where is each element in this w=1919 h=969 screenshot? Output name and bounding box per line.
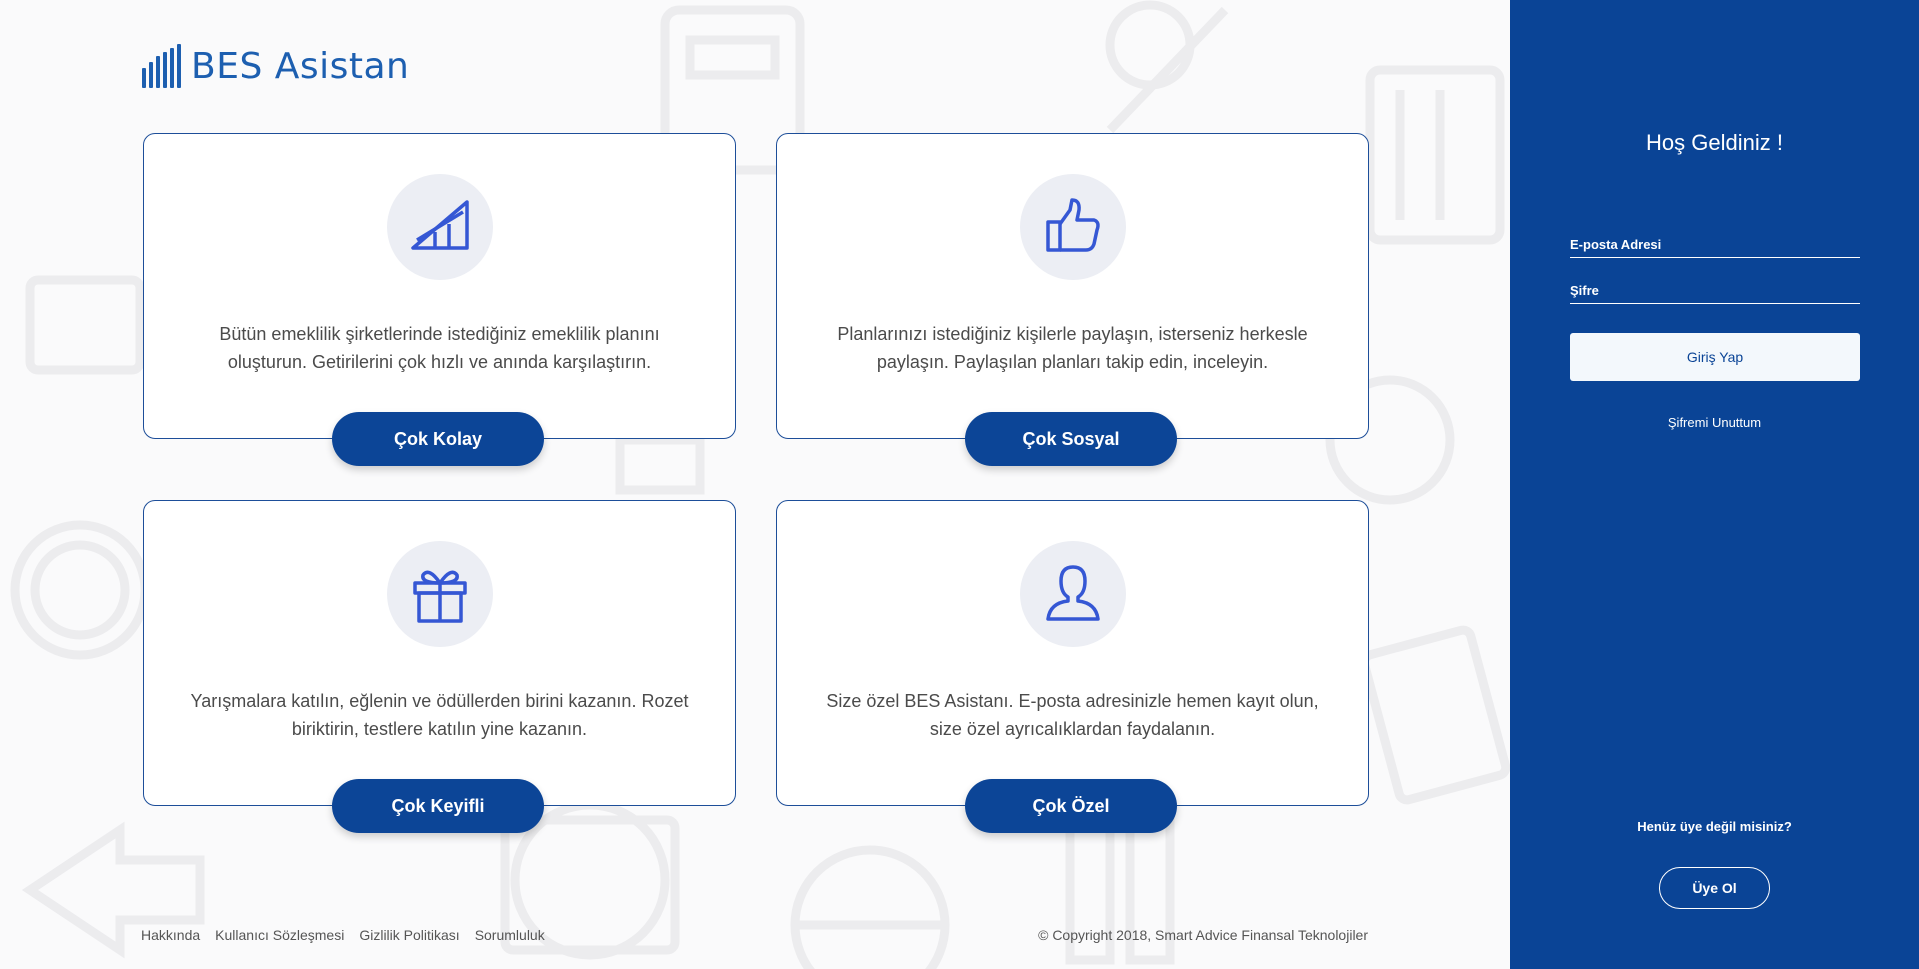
user-icon	[1020, 541, 1126, 647]
forgot-password-link[interactable]: Şifremi Unuttum	[1510, 415, 1919, 430]
gift-icon	[387, 541, 493, 647]
card-description: Yarışmalara katılın, eğlenin ve ödüllerd…	[190, 691, 689, 739]
easy-button[interactable]: Çok Kolay	[332, 412, 544, 466]
fun-button[interactable]: Çok Keyifli	[332, 779, 544, 833]
special-button[interactable]: Çok Özel	[965, 779, 1177, 833]
bar-chart-icon	[142, 44, 181, 88]
password-field[interactable]	[1570, 282, 1860, 304]
social-button[interactable]: Çok Sosyal	[965, 412, 1177, 466]
footer-links: Hakkında Kullanıcı Sözleşmesi Gizlilik P…	[141, 927, 545, 943]
login-button[interactable]: Giriş Yap	[1570, 333, 1860, 381]
card-description: Planlarınızı istediğiniz kişilerle payla…	[837, 324, 1308, 372]
feature-card-special: Size özel BES Asistanı. E-posta adresini…	[776, 500, 1369, 833]
card-description: Bütün emeklilik şirketlerinde istediğini…	[219, 324, 660, 372]
footer-link-privacy[interactable]: Gizlilik Politikası	[359, 927, 459, 943]
login-sidebar: Hoş Geldiniz ! Giriş Yap Şifremi Unuttum…	[1510, 0, 1919, 969]
copyright: © Copyright 2018, Smart Advice Finansal …	[1038, 927, 1368, 943]
signup-button[interactable]: Üye Ol	[1659, 867, 1770, 909]
thumbs-up-icon	[1020, 174, 1126, 280]
feature-card-easy: Bütün emeklilik şirketlerinde istediğini…	[143, 133, 736, 466]
feature-card-social: Planlarınızı istediğiniz kişilerle payla…	[776, 133, 1369, 466]
growth-chart-icon	[387, 174, 493, 280]
feature-card-fun: Yarışmalara katılın, eğlenin ve ödüllerd…	[143, 500, 736, 833]
footer-link-about[interactable]: Hakkında	[141, 927, 200, 943]
email-field[interactable]	[1570, 236, 1860, 258]
welcome-heading: Hoş Geldiniz !	[1646, 130, 1783, 155]
brand-logo[interactable]: BES Asistan	[141, 44, 409, 88]
footer-link-disclaimer[interactable]: Sorumluluk	[475, 927, 545, 943]
brand-name: BES Asistan	[191, 45, 410, 87]
footer-link-terms[interactable]: Kullanıcı Sözleşmesi	[215, 927, 344, 943]
not-member-text: Henüz üye değil misiniz?	[1637, 819, 1792, 834]
card-description: Size özel BES Asistanı. E-posta adresini…	[826, 691, 1319, 739]
main-content: BES Asistan Bütün emeklilik şirketlerind…	[0, 0, 1510, 969]
